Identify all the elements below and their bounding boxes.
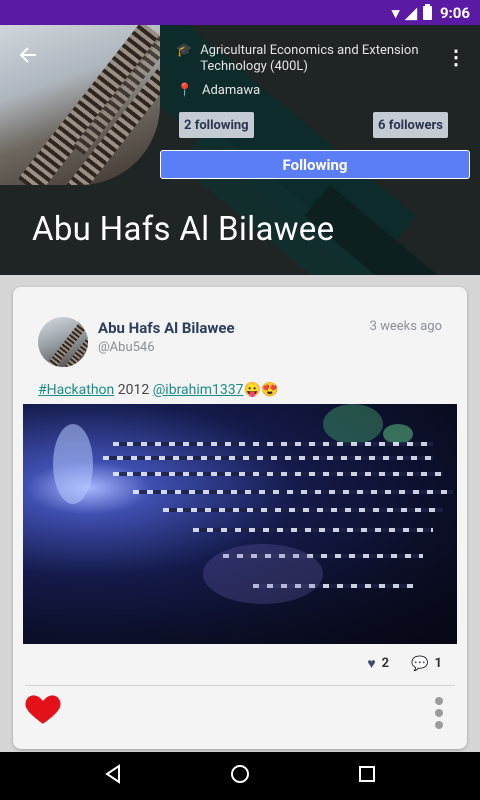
wifi-icon: ▾	[391, 3, 400, 22]
like-heart-icon[interactable]	[24, 690, 64, 730]
following-count-button[interactable]: 2 following	[179, 112, 254, 138]
post-author-handle: @Abu546	[98, 340, 155, 355]
battery-icon	[422, 3, 432, 20]
comment-count: 1	[434, 656, 442, 671]
divider	[25, 685, 455, 686]
status-time: 9:06	[439, 3, 470, 22]
navigation-bar	[0, 752, 480, 800]
back-nav-icon[interactable]	[103, 763, 123, 789]
post-overflow-menu-icon[interactable]	[435, 697, 443, 729]
like-count: 2	[381, 656, 390, 671]
overflow-menu-icon[interactable]: ⋮	[446, 45, 466, 69]
following-button[interactable]: Following	[160, 150, 470, 179]
back-arrow-icon[interactable]	[18, 45, 38, 71]
post-author-name[interactable]: Abu Hafs Al Bilawee	[98, 319, 235, 337]
post-stats: ♥ 2 💬 1	[367, 655, 442, 673]
heart-icon[interactable]: ♥	[367, 655, 375, 672]
location-row: 📍 Adamawa	[176, 83, 260, 99]
location-pin-icon: 📍	[176, 83, 194, 98]
comment-icon[interactable]: 💬	[411, 656, 428, 672]
post-image[interactable]	[23, 404, 457, 644]
post-timestamp: 3 weeks ago	[369, 319, 442, 334]
recents-nav-icon[interactable]	[357, 764, 377, 789]
post-emoji: 😛😍	[243, 382, 279, 398]
status-bar: ▾ ◢ 9:06	[0, 0, 480, 25]
profile-name: Abu Hafs Al Bilawee	[32, 210, 335, 249]
status-icons: ▾ ◢	[391, 3, 432, 22]
hashtag-link[interactable]: #Hackathon	[38, 382, 114, 398]
signal-icon: ◢	[405, 3, 417, 22]
post-card[interactable]: Abu Hafs Al Bilawee @Abu546 3 weeks ago …	[13, 287, 467, 749]
followers-count-button[interactable]: 6 followers	[373, 112, 448, 138]
profile-header: 🎓 Agricultural Economics and Extension T…	[0, 25, 480, 275]
mention-link[interactable]: @ibrahim1337	[153, 382, 244, 398]
author-avatar[interactable]	[38, 317, 88, 367]
education-text: Agricultural Economics and Extension Tec…	[200, 43, 419, 74]
graduation-cap-icon: 🎓	[176, 43, 193, 58]
education-row: 🎓 Agricultural Economics and Extension T…	[176, 43, 426, 75]
location-text: Adamawa	[202, 83, 261, 98]
post-text: #Hackathon 2012 @ibrahim1337😛😍	[38, 382, 278, 398]
home-nav-icon[interactable]	[230, 764, 250, 789]
post-year: 2012	[117, 382, 150, 398]
